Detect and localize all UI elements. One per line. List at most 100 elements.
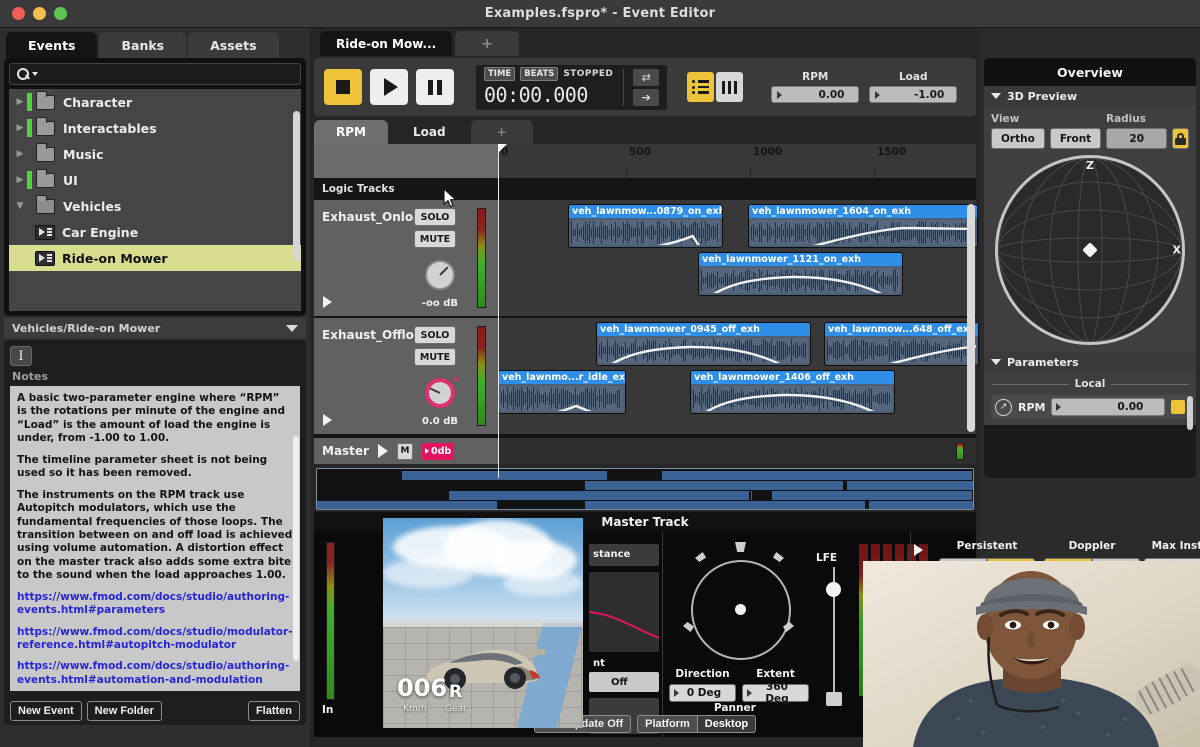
- front-button[interactable]: Front: [1049, 128, 1102, 149]
- mute-button[interactable]: MUTE: [414, 230, 456, 248]
- ruler-lane[interactable]: 0 500 1000 1500: [498, 144, 976, 478]
- overview-clip-block[interactable]: [772, 491, 972, 500]
- 3d-preview-section-header[interactable]: 3D Preview: [984, 86, 1196, 106]
- parameter-row-rpm[interactable]: ↗ RPM 0.00: [991, 395, 1189, 419]
- track-lane[interactable]: veh_lawnmower_0945_off_exh veh_lawnmow..…: [498, 318, 979, 434]
- tab-events[interactable]: Events: [6, 32, 98, 58]
- solo-button[interactable]: SOLO: [414, 326, 456, 344]
- notes-content[interactable]: A basic two-parameter engine where “RPM”…: [10, 386, 300, 691]
- add-parameter-tab-button[interactable]: +: [470, 120, 533, 144]
- tree-item-interactables[interactable]: ▶ Interactables: [9, 115, 301, 141]
- event-tab-ride-on-mower[interactable]: Ride-on Mow...: [320, 31, 453, 56]
- overview-clip-block[interactable]: [847, 481, 973, 490]
- track-scrollbar[interactable]: [967, 204, 975, 432]
- tree-item-vehicles[interactable]: ▼ Vehicles: [9, 193, 301, 219]
- overview-clip-block[interactable]: [317, 501, 497, 509]
- platform-label[interactable]: Platform: [637, 715, 697, 733]
- audio-clip[interactable]: veh_lawnmower_1604_on_exh: [748, 204, 978, 248]
- chevron-down-icon[interactable]: [286, 324, 298, 332]
- column-view-icon[interactable]: [716, 72, 744, 102]
- volume-knob[interactable]: [425, 378, 455, 408]
- overview-clip-block[interactable]: [662, 471, 972, 480]
- add-event-tab-button[interactable]: +: [455, 31, 519, 56]
- playhead[interactable]: [498, 144, 507, 478]
- track-lane[interactable]: veh_lawnmow...0879_on_exh veh_lawnmower_…: [498, 200, 978, 316]
- platform-selector[interactable]: Platform Desktop: [637, 715, 757, 733]
- master-volume-field[interactable]: 0db: [421, 442, 455, 460]
- timeline-ruler[interactable]: 0 500 1000 1500: [314, 144, 976, 478]
- radius-field[interactable]: 20: [1106, 128, 1168, 149]
- audio-clip[interactable]: veh_lawnmo...r_idle_exh: [498, 370, 626, 414]
- expand-icon[interactable]: ▶: [13, 97, 27, 107]
- overview-clip-block[interactable]: [869, 501, 973, 509]
- expand-icon[interactable]: [323, 414, 332, 426]
- automation-curve[interactable]: [501, 386, 623, 411]
- automation-curve[interactable]: [693, 386, 892, 411]
- list-view-icon[interactable]: [687, 72, 715, 102]
- ortho-button[interactable]: Ortho: [991, 128, 1045, 149]
- mute-button[interactable]: M: [396, 442, 413, 460]
- expand-icon[interactable]: [377, 444, 388, 458]
- audio-clip[interactable]: veh_lawnmower_1406_off_exh: [690, 370, 895, 414]
- audio-clip[interactable]: veh_lawnmow...0879_on_exh: [568, 204, 723, 248]
- parameter-color-swatch[interactable]: [1171, 400, 1185, 414]
- collapse-icon[interactable]: [991, 359, 1001, 365]
- expand-icon[interactable]: ▶: [13, 175, 27, 185]
- tree-item-car-engine[interactable]: Car Engine: [9, 219, 301, 245]
- pause-button[interactable]: [416, 69, 454, 105]
- tree-item-character[interactable]: ▶ Character: [9, 89, 301, 115]
- tab-banks[interactable]: Banks: [99, 32, 187, 58]
- lock-icon[interactable]: [1172, 128, 1189, 149]
- expand-icon[interactable]: ▶: [13, 149, 27, 159]
- notes-link[interactable]: https://www.fmod.com/docs/studio/authori…: [17, 591, 293, 618]
- loop-icon[interactable]: ⇄: [633, 68, 660, 86]
- play-button[interactable]: [370, 69, 408, 105]
- tree-scrollbar[interactable]: [293, 111, 300, 261]
- volume-knob[interactable]: [425, 260, 455, 290]
- timeline-overview-strip[interactable]: [316, 468, 974, 510]
- parameter-value-field[interactable]: -1.00: [869, 86, 958, 103]
- chevron-down-icon[interactable]: [32, 72, 38, 76]
- expand-icon[interactable]: [323, 296, 332, 308]
- tab-assets[interactable]: Assets: [188, 32, 279, 58]
- parameters-section-header[interactable]: Parameters: [984, 352, 1196, 372]
- tree-item-ui[interactable]: ▶ UI: [9, 167, 301, 193]
- new-folder-button[interactable]: New Folder: [86, 701, 162, 721]
- text-cursor-icon[interactable]: I: [10, 346, 32, 366]
- playhead-flag[interactable]: [498, 144, 507, 153]
- lfe-lock-icon[interactable]: [826, 692, 842, 706]
- automation-curve[interactable]: [751, 220, 975, 245]
- collapse-icon[interactable]: ▼: [13, 201, 27, 211]
- overview-clip-block[interactable]: [585, 481, 843, 490]
- expand-icon[interactable]: ▶: [13, 123, 27, 133]
- audio-clip[interactable]: veh_lawnmow...648_off_exh: [824, 322, 979, 366]
- notes-link[interactable]: https://www.fmod.com/docs/studio/modulat…: [17, 626, 293, 653]
- collapse-icon[interactable]: [991, 93, 1001, 99]
- parameter-value-field[interactable]: 0.00: [771, 86, 860, 103]
- automation-curve[interactable]: [701, 268, 900, 293]
- overview-clip-block[interactable]: [585, 501, 865, 509]
- track-exhaust_onload[interactable]: Exhaust_Onload SOLO MUTE -oo dB veh_lawn…: [314, 200, 978, 318]
- master-track-row[interactable]: Master M 0db: [314, 436, 976, 464]
- parameters-scrollbar[interactable]: [1187, 396, 1193, 430]
- tab-load[interactable]: Load: [390, 120, 468, 144]
- track-exhaust_offload[interactable]: Exhaust_Offload SOLO MUTE 0.0 dB veh_law…: [314, 318, 979, 436]
- overview-clip-block[interactable]: [751, 491, 752, 500]
- overview-clip-block[interactable]: [449, 491, 749, 500]
- audio-clip[interactable]: veh_lawnmower_0945_off_exh: [596, 322, 811, 366]
- tree-item-ride-on-mower[interactable]: Ride-on Mower: [9, 245, 301, 271]
- solo-button[interactable]: SOLO: [414, 208, 456, 226]
- tab-rpm[interactable]: RPM: [314, 120, 388, 144]
- notes-link[interactable]: https://www.fmod.com/docs/studio/authori…: [17, 660, 293, 687]
- automation-curve[interactable]: [827, 338, 976, 363]
- tree-item-music[interactable]: ▶ Music: [9, 141, 301, 167]
- notes-scrollbar[interactable]: [293, 436, 299, 661]
- panner-widget[interactable]: Direction 0 Deg Extent 360 Deg: [669, 538, 809, 728]
- parameter-value-field[interactable]: 0.00: [1051, 398, 1165, 416]
- search-input[interactable]: [9, 63, 301, 85]
- stop-button[interactable]: [324, 69, 362, 105]
- automation-curve[interactable]: [599, 338, 808, 363]
- direction-field[interactable]: 0 Deg: [669, 684, 736, 702]
- extent-field[interactable]: 360 Deg: [742, 681, 809, 705]
- automation-curve[interactable]: [571, 220, 720, 245]
